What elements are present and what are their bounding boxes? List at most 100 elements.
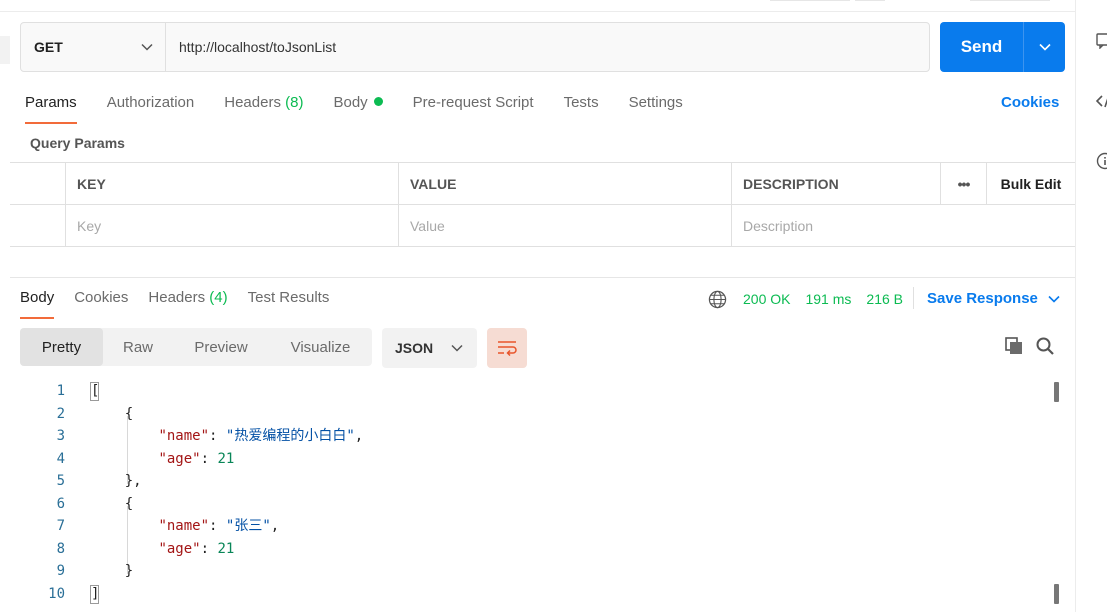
key-input[interactable]: Key (66, 205, 399, 246)
send-button[interactable]: Send (940, 22, 1024, 72)
row-checkbox-cell (10, 205, 66, 246)
tab-settings[interactable]: Settings (629, 88, 683, 124)
status-separator (913, 287, 914, 309)
url-bar: GET http://localhost/toJsonList (20, 22, 930, 72)
save-response-label: Save Response (927, 290, 1038, 307)
top-strip (0, 0, 1075, 12)
tab-authorization[interactable]: Authorization (107, 88, 195, 124)
line-text: "age": 21 (158, 540, 235, 557)
view-pretty[interactable]: Pretty (20, 328, 103, 366)
tab-count: (4) (209, 289, 228, 306)
body-indicator-dot (373, 97, 383, 106)
code-line: 10] (0, 583, 1060, 606)
line-number: 2 (56, 405, 65, 422)
save-response-button[interactable]: Save Response (927, 290, 1060, 307)
line-number: 4 (56, 450, 65, 467)
line-text: "name": "热爱编程的小白白", (158, 428, 364, 444)
copy-icon[interactable] (1004, 336, 1024, 356)
pane-divider[interactable] (10, 277, 1075, 278)
method-select[interactable]: GET (21, 23, 166, 71)
json-key: name (166, 428, 201, 444)
tab-tests[interactable]: Tests (564, 88, 599, 124)
code-icon[interactable] (1096, 94, 1107, 108)
right-rail (1075, 0, 1107, 612)
line-text: { (91, 405, 134, 422)
key-column-header: KEY (66, 163, 399, 204)
tab-response-headers[interactable]: Headers (4) (148, 283, 227, 319)
line-text: { (91, 495, 134, 512)
search-icon[interactable] (1035, 336, 1055, 356)
code-line: 3 "name": "热爱编程的小白白", (0, 425, 1060, 448)
response-status-bar: 200 OK 191 ms 216 B (708, 289, 918, 309)
view-mode-selector: Pretty Raw Preview Visualize (20, 328, 372, 366)
tab-body[interactable]: Body (333, 88, 383, 124)
line-number: 10 (48, 585, 65, 602)
request-tabs: Params Authorization Headers (8) Body Pr… (25, 88, 713, 124)
code-line: 5 }, (0, 470, 1060, 493)
tab-response-cookies[interactable]: Cookies (74, 283, 128, 319)
tab-test-results[interactable]: Test Results (248, 283, 330, 319)
tab-label: Pre-request Script (412, 94, 534, 111)
line-number: 6 (56, 495, 65, 512)
chevron-down-icon (1038, 43, 1051, 51)
response-body-viewer[interactable]: 1[ 2 { 3 "name": "热爱编程的小白白", 4 "age": 21… (0, 380, 1060, 605)
hidden-toolbar-edge (970, 0, 1050, 1)
format-label: JSON (395, 340, 434, 356)
view-visualize[interactable]: Visualize (269, 328, 372, 366)
code-line: 2 { (0, 403, 1060, 426)
query-params-title: Query Params (30, 135, 125, 151)
scrollbar-marker[interactable] (1054, 584, 1059, 604)
response-size[interactable]: 216 B (866, 291, 903, 307)
line-text: "age": 21 (158, 450, 235, 467)
view-preview[interactable]: Preview (173, 328, 269, 366)
tab-label: Cookies (74, 289, 129, 306)
tab-label: Test Results (247, 289, 330, 306)
response-tabs: Body Cookies Headers (4) Test Results (20, 283, 349, 319)
tab-pre-request-script[interactable]: Pre-request Script (413, 88, 534, 124)
response-time[interactable]: 191 ms (805, 291, 851, 307)
wrap-lines-button[interactable] (487, 328, 527, 368)
code-line: 7 "name": "张三", (0, 515, 1060, 538)
tab-headers[interactable]: Headers (8) (224, 88, 303, 124)
format-select[interactable]: JSON (382, 328, 477, 368)
tab-response-body[interactable]: Body (20, 283, 55, 319)
json-key: name (166, 518, 201, 534)
info-icon[interactable] (1096, 152, 1107, 170)
table-row: Key Value Description (10, 205, 1075, 247)
view-raw[interactable]: Raw (103, 328, 173, 366)
line-text: "name": "张三", (158, 518, 280, 534)
value-input[interactable]: Value (399, 205, 732, 246)
json-punct: , (270, 518, 280, 534)
query-params-table: KEY VALUE DESCRIPTION ••• Bulk Edit Key … (10, 162, 1075, 247)
json-string: 张三 (234, 518, 263, 534)
line-text: [ (91, 383, 100, 399)
tab-label: Headers (148, 289, 206, 306)
table-header-row: KEY VALUE DESCRIPTION ••• Bulk Edit (10, 163, 1075, 205)
tab-label: Authorization (106, 94, 195, 111)
description-column-header: DESCRIPTION (732, 163, 941, 204)
description-input[interactable]: Description (732, 205, 1075, 246)
code-line: 4 "age": 21 (0, 448, 1060, 471)
bulk-edit-button[interactable]: Bulk Edit (987, 163, 1075, 204)
json-key: age (166, 450, 193, 467)
json-punct: , (354, 428, 364, 444)
send-dropdown-button[interactable] (1024, 22, 1065, 72)
status-code[interactable]: 200 OK (743, 291, 790, 307)
sidebar-edge (0, 36, 10, 64)
tab-label: Headers (224, 94, 281, 111)
cookies-link[interactable]: Cookies (1001, 94, 1059, 111)
comment-icon[interactable] (1096, 33, 1107, 49)
line-number: 7 (56, 518, 65, 534)
json-key: age (166, 540, 193, 557)
more-options-icon[interactable]: ••• (941, 163, 987, 204)
url-input[interactable]: http://localhost/toJsonList (166, 23, 929, 71)
tab-params[interactable]: Params (25, 88, 77, 124)
line-text: } (91, 563, 134, 579)
globe-icon[interactable] (708, 290, 727, 309)
scrollbar-marker[interactable] (1054, 382, 1059, 402)
code-line: 8 "age": 21 (0, 538, 1060, 561)
line-text: }, (91, 473, 142, 489)
json-string: 热爱编程的小白白 (234, 428, 347, 444)
chevron-down-icon (141, 43, 153, 51)
tab-label: Body (333, 94, 368, 111)
